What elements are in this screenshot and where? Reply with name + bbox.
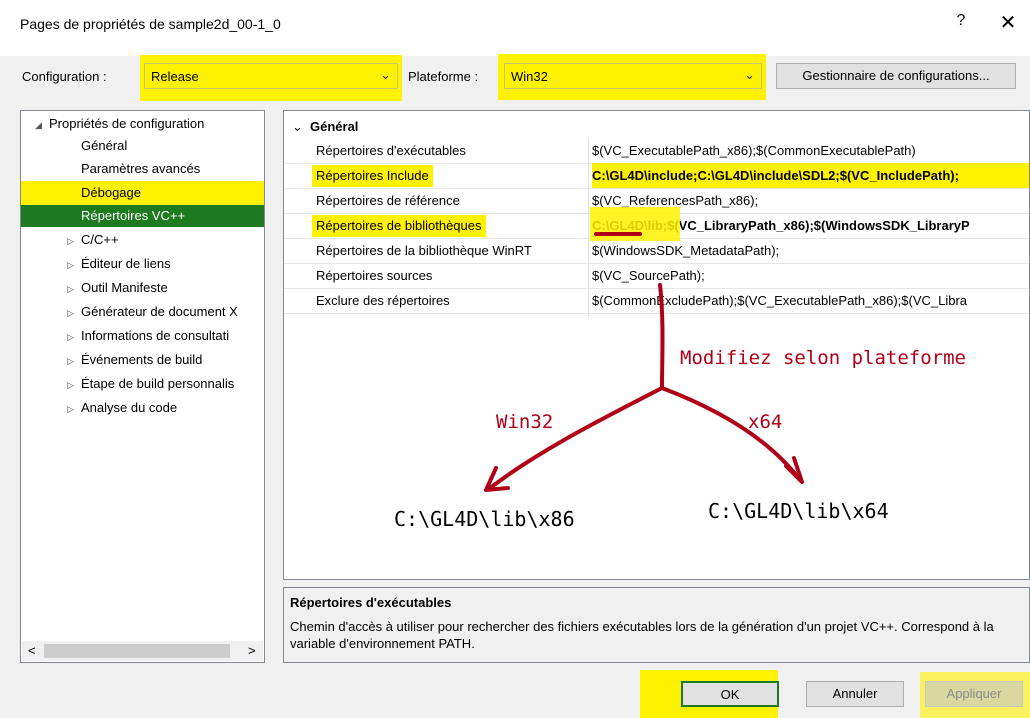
configuration-combo[interactable]: Release ⌄ [144, 63, 398, 89]
collapsed-triangle-icon: ▷ [67, 356, 74, 366]
scroll-thumb[interactable] [44, 644, 230, 658]
tree-root-label: Propriétés de configuration [49, 116, 205, 131]
tree-item-cpp[interactable]: ▷ C/C++ [67, 229, 119, 251]
tree-item-build-events[interactable]: ▷ Événements de build [67, 349, 202, 371]
property-value: $(VC_ExecutablePath_x86);$(CommonExecuta… [592, 143, 916, 158]
configuration-label: Configuration : [22, 69, 107, 84]
apply-button[interactable]: Appliquer [925, 681, 1023, 707]
section-header-general[interactable]: ⌄ Général [292, 117, 358, 137]
tree-item-custom-build[interactable]: ▷ Étape de build personnalis [67, 373, 234, 395]
chevron-down-icon: ⌄ [380, 67, 391, 82]
cancel-button[interactable]: Annuler [806, 681, 904, 707]
collapsed-triangle-icon: ▷ [67, 260, 74, 270]
tree-item-advanced[interactable]: Paramètres avancés [81, 158, 200, 180]
tree-item-browse-info[interactable]: ▷ Informations de consultati [67, 325, 229, 347]
expanded-triangle-icon: ◢ [35, 120, 42, 130]
property-row[interactable]: Répertoires d'exécutables $(VC_Executabl… [284, 138, 1029, 164]
section-title: Général [310, 119, 359, 134]
scroll-right-arrow[interactable]: > [248, 643, 256, 658]
tree-item-label: Éditeur de liens [81, 256, 171, 271]
property-value: $(CommonExcludePath);$(VC_ExecutablePath… [592, 293, 968, 308]
platform-label: Plateforme : [408, 69, 479, 84]
tree-item-label: Événements de build [81, 352, 203, 367]
property-value: C:\GL4D\include;C:\GL4D\include\SDL2;$(V… [592, 163, 1029, 188]
tree-item-label: C/C++ [81, 232, 119, 247]
configuration-value: Release [151, 69, 199, 84]
property-name: Répertoires Include [312, 165, 433, 187]
collapsed-triangle-icon: ▷ [67, 380, 74, 390]
tree-item-label: Étape de build personnalis [81, 376, 235, 391]
tree-item-xml-doc[interactable]: ▷ Générateur de document X [67, 301, 238, 323]
close-button[interactable]: ✕ [998, 10, 1018, 35]
property-value: $(WindowsSDK_MetadataPath); [592, 243, 780, 258]
tree-item-manifest[interactable]: ▷ Outil Manifeste [67, 277, 168, 299]
scroll-left-arrow[interactable]: < [28, 643, 36, 658]
tree-item-debugging[interactable]: Débogage [81, 182, 141, 204]
annotation-main-text: Modifiez selon plateforme [680, 347, 966, 369]
help-button[interactable]: ? [952, 12, 970, 30]
tree-item-label: Analyse du code [81, 400, 178, 415]
property-row[interactable]: Répertoires de la bibliothèque WinRT $(W… [284, 238, 1029, 264]
property-name: Répertoires d'exécutables [316, 143, 466, 158]
property-value: $(VC_SourcePath); [592, 268, 705, 283]
annotation-x64-path: C:\GL4D\lib\x64 [708, 499, 889, 523]
annotation-win32-label: Win32 [496, 411, 554, 433]
collapsed-triangle-icon: ▷ [67, 404, 74, 414]
annotation-x86-path: C:\GL4D\lib\x86 [394, 507, 575, 531]
tree-item-linker[interactable]: ▷ Éditeur de liens [67, 253, 171, 275]
property-name: Exclure des répertoires [316, 293, 450, 308]
property-name: Répertoires de la bibliothèque WinRT [316, 243, 532, 258]
description-title: Répertoires d'exécutables [290, 595, 452, 610]
collapsed-triangle-icon: ▷ [67, 332, 74, 342]
tree-root[interactable]: ◢ Propriétés de configuration [35, 113, 204, 135]
tree-item-general[interactable]: Général [81, 135, 127, 157]
property-row[interactable]: Répertoires Include C:\GL4D\include;C:\G… [284, 163, 1029, 189]
title-bar: Pages de propriétés de sample2d_00-1_0 ?… [0, 0, 1030, 56]
window-title: Pages de propriétés de sample2d_00-1_0 [20, 16, 281, 32]
configuration-manager-button[interactable]: Gestionnaire de configurations... [776, 63, 1016, 89]
platform-value: Win32 [511, 69, 548, 84]
chevron-down-icon: ⌄ [744, 67, 755, 82]
tree-item-label: Générateur de document X [81, 304, 238, 319]
horizontal-scrollbar[interactable]: < > [22, 641, 263, 661]
property-name: Répertoires de bibliothèques [312, 215, 486, 237]
property-row[interactable]: Exclure des répertoires $(CommonExcludeP… [284, 288, 1029, 314]
tree-item-vc-directories-selected[interactable]: Répertoires VC++ [21, 205, 264, 227]
collapsed-triangle-icon: ▷ [67, 236, 74, 246]
annotation-x64-label: x64 [748, 411, 783, 433]
collapsed-triangle-icon: ▷ [67, 284, 74, 294]
description-pane: Répertoires d'exécutables Chemin d'accès… [283, 587, 1030, 663]
collapsed-triangle-icon: ▷ [67, 308, 74, 318]
property-row[interactable]: Répertoires sources $(VC_SourcePath); [284, 263, 1029, 289]
tree-item-label: Outil Manifeste [81, 280, 168, 295]
description-text: Chemin d'accès à utiliser pour recherche… [290, 619, 994, 651]
platform-combo[interactable]: Win32 ⌄ [504, 63, 762, 89]
property-name: Répertoires sources [316, 268, 433, 283]
tree-item-label: Répertoires VC++ [81, 208, 186, 223]
tree-item-label: Informations de consultati [81, 328, 230, 343]
ok-button[interactable]: OK [681, 681, 779, 707]
highlight-lib-value [590, 207, 680, 241]
chevron-down-icon: ⌄ [292, 119, 303, 134]
property-name: Répertoires de référence [316, 193, 460, 208]
tree-item-code-analysis[interactable]: ▷ Analyse du code [67, 397, 177, 419]
property-tree: ◢ Propriétés de configuration Général Par… [20, 110, 265, 663]
